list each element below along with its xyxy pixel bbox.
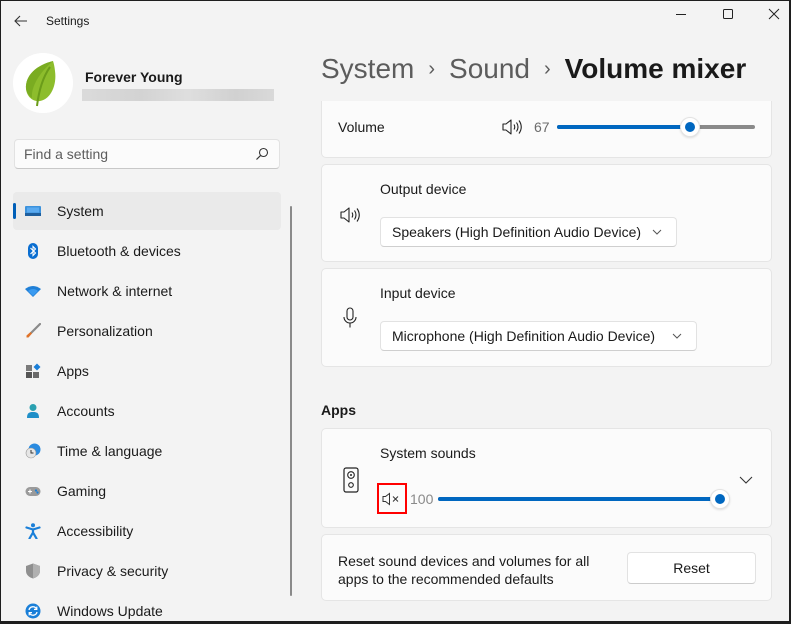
slider-thumb[interactable] [710,489,730,509]
user-name: Forever Young [85,69,183,85]
input-device-value: Microphone (High Definition Audio Device… [392,328,656,344]
maximize-button[interactable] [705,1,751,27]
input-device-dropdown[interactable]: Microphone (High Definition Audio Device… [380,321,697,351]
user-email-redacted [82,89,274,101]
breadcrumb-sound[interactable]: Sound [449,53,530,85]
window-title: Settings [46,14,90,28]
output-device-card: Output device Speakers (High Definition … [321,164,772,262]
volume-label: Volume [338,119,385,135]
speaker-icon[interactable] [502,118,524,136]
volume-slider[interactable] [557,117,755,137]
content-viewport: Volume 67 Output device Speakers (High D… [1,101,789,621]
apps-section-heading: Apps [321,402,356,418]
system-sounds-label: System sounds [380,445,476,461]
input-device-card: Input device Microphone (High Definition… [321,268,772,367]
breadcrumb: System › Sound › Volume mixer [321,53,746,85]
expand-button[interactable] [734,469,758,491]
slider-fill [438,497,720,501]
chevron-down-icon [739,476,753,484]
system-sounds-value: 100 [410,491,434,507]
speaker-box-icon [343,467,359,493]
input-device-label: Input device [380,285,456,301]
chevron-down-icon [672,333,682,339]
page-title: Volume mixer [564,53,747,84]
reset-description-line2: apps to the recommended defaults [338,571,554,587]
breadcrumb-separator: › [544,58,551,80]
back-button[interactable] [9,9,33,33]
output-device-value: Speakers (High Definition Audio Device) [392,224,642,240]
output-device-dropdown[interactable]: Speakers (High Definition Audio Device) [380,217,677,247]
mute-toggle-button[interactable] [379,485,405,512]
slider-thumb[interactable] [679,117,700,137]
close-icon [768,8,780,20]
slider-fill [557,125,690,129]
output-device-label: Output device [380,181,467,197]
back-arrow-icon [14,15,27,27]
reset-button[interactable]: Reset [627,552,756,584]
reset-description-line1: Reset sound devices and volumes for all [338,553,590,569]
breadcrumb-separator: › [428,58,436,80]
speaker-muted-icon [382,492,399,505]
minimize-icon [676,14,686,15]
speaker-icon [340,207,360,223]
maximize-icon [723,9,733,19]
system-sounds-slider[interactable] [438,489,730,509]
microphone-icon [343,307,357,328]
chevron-down-icon [652,229,662,235]
close-button[interactable] [751,1,789,27]
reset-card: Reset sound devices and volumes for all … [321,534,772,601]
minimize-button[interactable] [658,1,704,27]
volume-value: 67 [534,119,550,135]
settings-window: Settings Forever Young Syst [0,0,791,624]
volume-card: Volume 67 [321,101,772,158]
breadcrumb-system[interactable]: System [321,53,414,85]
system-sounds-card: System sounds 100 [321,428,772,528]
